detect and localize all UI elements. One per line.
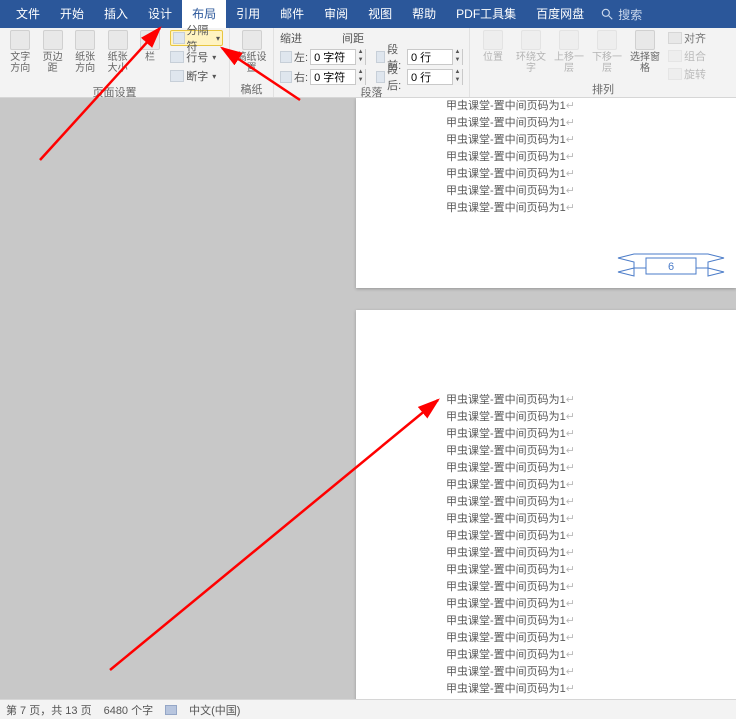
margins-button[interactable]: 页边距 [38, 30, 66, 74]
breaks-icon [173, 32, 184, 44]
search-placeholder: 搜索 [618, 6, 642, 23]
menu-home[interactable]: 开始 [50, 0, 94, 28]
size-button[interactable]: 纸张大小 [103, 30, 131, 74]
paragraph-lines: 甲虫课堂-置中间页码为1↵甲虫课堂-置中间页码为1↵甲虫课堂-置中间页码为1↵甲… [446, 392, 575, 698]
group-arrange: 位置 环绕文字 上移一层 下移一层 选择窗格 对齐 组合 旋转 排列 [470, 28, 736, 97]
space-after-row: 段后: ▲▼ [376, 68, 463, 86]
wrap-icon [521, 30, 541, 50]
text-direction-button[interactable]: 文字方向 [6, 30, 34, 74]
page-number-text: 6 [668, 261, 674, 273]
search-icon [600, 7, 614, 21]
indent-left-icon [280, 51, 292, 63]
status-language[interactable]: 中文(中国) [189, 702, 240, 718]
send-backward-icon [597, 30, 617, 50]
send-backward-button[interactable]: 下移一层 [590, 30, 624, 74]
group-page-setup: 文字方向 页边距 纸张方向 纸张大小 栏 分隔符▾ 行号▾ 断字▾ 页面设置 [0, 28, 230, 97]
space-before-icon [376, 51, 385, 63]
margins-icon [43, 30, 63, 50]
wrap-button[interactable]: 环绕文字 [514, 30, 548, 74]
manuscript-icon [242, 30, 262, 50]
menu-view[interactable]: 视图 [358, 0, 402, 28]
columns-icon [140, 30, 160, 50]
group-manuscript: 稿纸设置 稿纸 [230, 28, 274, 97]
space-after-input[interactable]: ▲▼ [407, 69, 463, 85]
status-word-count: 6480 个字 [104, 702, 154, 718]
columns-button[interactable]: 栏 [136, 30, 164, 63]
group-paragraph: 缩进 间距 左: ▲▼ 段前: ▲▼ 右: ▲▼ [274, 28, 470, 97]
menu-mailings[interactable]: 邮件 [270, 0, 314, 28]
line-numbers-button[interactable]: 行号▾ [170, 49, 223, 65]
group-label: 稿纸 [236, 83, 267, 97]
indent-right-label: 右: [294, 69, 308, 85]
chevron-down-icon: ▾ [212, 53, 216, 62]
text-direction-icon [10, 30, 30, 50]
space-after-icon [376, 71, 385, 83]
bring-forward-icon [559, 30, 579, 50]
group-icon [668, 50, 682, 62]
menu-design[interactable]: 设计 [138, 0, 182, 28]
orientation-icon [75, 30, 95, 50]
ribbon: 文字方向 页边距 纸张方向 纸张大小 栏 分隔符▾ 行号▾ 断字▾ 页面设置 稿… [0, 28, 736, 98]
indent-left-input[interactable]: ▲▼ [310, 49, 366, 65]
spacing-title: 间距 [342, 30, 364, 46]
breaks-button[interactable]: 分隔符▾ [170, 30, 223, 46]
indent-right-input[interactable]: ▲▼ [310, 69, 366, 85]
position-button[interactable]: 位置 [476, 30, 510, 63]
menu-file[interactable]: 文件 [6, 0, 50, 28]
page-number-banner: 6 [616, 252, 726, 280]
group-button[interactable]: 组合 [668, 48, 706, 64]
menu-references[interactable]: 引用 [226, 0, 270, 28]
status-bar: 第 7 页，共 13 页 6480 个字 中文(中国) [0, 699, 736, 719]
menu-pdf-tools[interactable]: PDF工具集 [446, 0, 526, 28]
page-top: 甲虫课堂-置中间页码为1↵甲虫课堂-置中间页码为1↵甲虫课堂-置中间页码为1↵甲… [356, 98, 736, 288]
indent-right-icon [280, 71, 292, 83]
rotate-button[interactable]: 旋转 [668, 66, 706, 82]
selection-pane-button[interactable]: 选择窗格 [628, 30, 662, 74]
menu-review[interactable]: 审阅 [314, 0, 358, 28]
manuscript-button[interactable]: 稿纸设置 [236, 30, 267, 74]
chevron-down-icon: ▾ [212, 72, 216, 81]
hyphenation-icon [170, 70, 184, 82]
indent-title: 缩进 [280, 30, 302, 46]
line-numbers-icon [170, 51, 184, 63]
document-area[interactable]: 甲虫课堂-置中间页码为1↵甲虫课堂-置中间页码为1↵甲虫课堂-置中间页码为1↵甲… [0, 98, 736, 699]
search-box[interactable]: 搜索 [600, 6, 642, 23]
size-icon [108, 30, 128, 50]
indent-right-row: 右: ▲▼ [280, 68, 366, 86]
bring-forward-button[interactable]: 上移一层 [552, 30, 586, 74]
hyphenation-button[interactable]: 断字▾ [170, 68, 223, 84]
language-flag-icon [165, 705, 177, 715]
rotate-icon [668, 68, 682, 80]
page-bottom: 甲虫课堂-置中间页码为1↵甲虫课堂-置中间页码为1↵甲虫课堂-置中间页码为1↵甲… [356, 310, 736, 699]
menu-bar: 文件 开始 插入 设计 布局 引用 邮件 审阅 视图 帮助 PDF工具集 百度网… [0, 0, 736, 28]
position-icon [483, 30, 503, 50]
selection-pane-icon [635, 30, 655, 50]
indent-left-label: 左: [294, 49, 308, 65]
menu-baidu[interactable]: 百度网盘 [526, 0, 594, 28]
status-page-info: 第 7 页，共 13 页 [6, 702, 92, 718]
align-icon [668, 32, 682, 44]
group-label: 排列 [476, 83, 730, 97]
menu-help[interactable]: 帮助 [402, 0, 446, 28]
menu-insert[interactable]: 插入 [94, 0, 138, 28]
chevron-down-icon: ▾ [216, 34, 220, 43]
space-before-input[interactable]: ▲▼ [407, 49, 463, 65]
paragraph-lines: 甲虫课堂-置中间页码为1↵甲虫课堂-置中间页码为1↵甲虫课堂-置中间页码为1↵甲… [446, 98, 575, 217]
align-button[interactable]: 对齐 [668, 30, 706, 46]
indent-left-row: 左: ▲▼ [280, 48, 366, 66]
orientation-button[interactable]: 纸张方向 [71, 30, 99, 74]
